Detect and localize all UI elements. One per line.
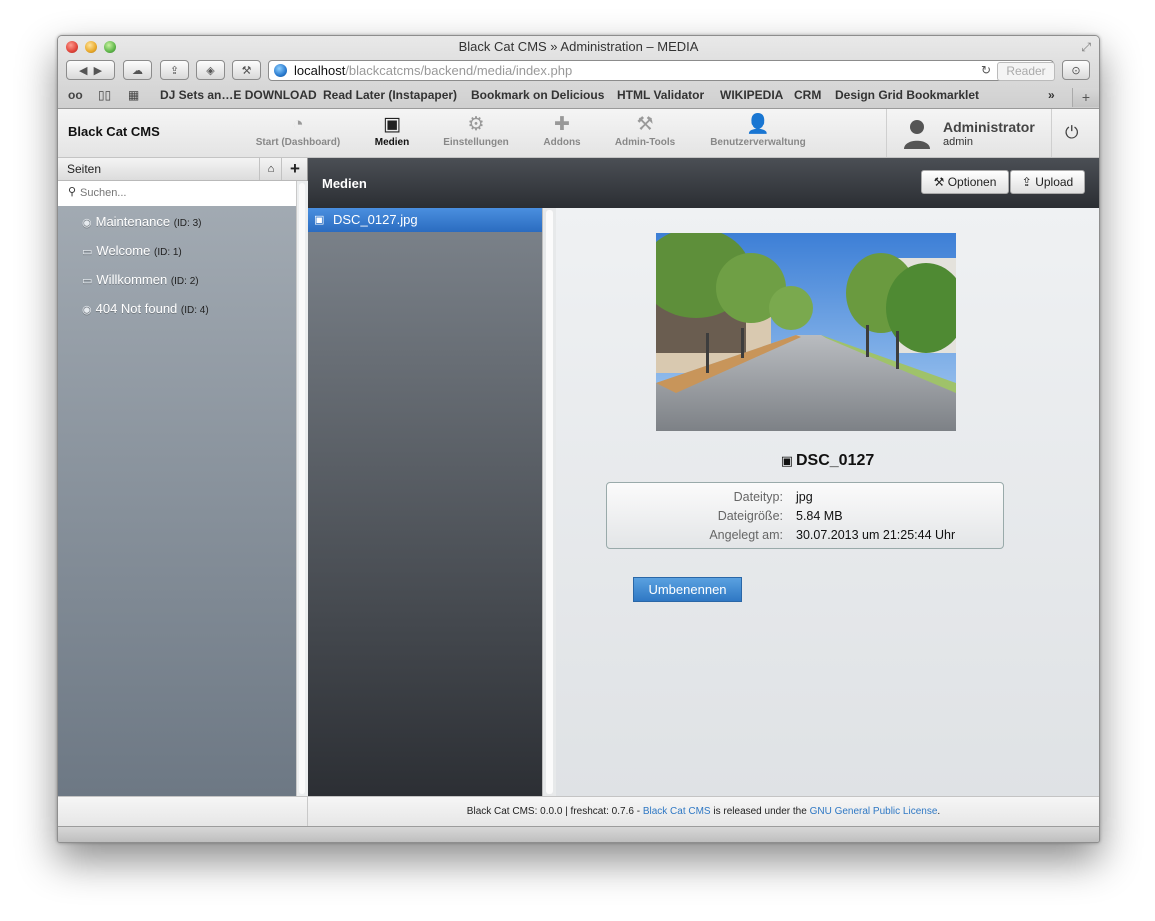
gears-icon: ⚙ [467, 114, 485, 135]
cloud-icon: ☁ [132, 65, 143, 77]
app-header: Black Cat CMS ◔ Start (Dashboard) ▣ Medi… [58, 109, 1099, 158]
eye-icon: ◉ [82, 217, 92, 229]
browser-chrome: Black Cat CMS » Administration – MEDIA ⤢… [58, 36, 1099, 109]
scroll-thumb[interactable] [546, 210, 553, 794]
layers-icon: ◈ [206, 65, 215, 77]
search-icon: ⚲ [68, 186, 77, 198]
page-item-willkommen[interactable]: ▭ Willkommen (ID: 2) [82, 272, 199, 287]
upload-button[interactable]: ⇪ Upload [1010, 170, 1085, 194]
wrench-icon: ⚒ [636, 114, 654, 135]
icloud-tabs-button[interactable]: ☁ [123, 60, 152, 80]
bookmarks-icon[interactable]: ▯▯ [98, 88, 111, 102]
add-page-button[interactable]: + [281, 158, 308, 180]
gpl-link[interactable]: GNU General Public License [810, 806, 938, 817]
scroll-thumb[interactable] [299, 183, 305, 794]
nav-benutzerverwaltung[interactable]: 👤 Benutzerverwaltung [702, 113, 814, 148]
url-text[interactable]: localhost/blackcatcms/backend/media/inde… [294, 61, 572, 80]
fullscreen-icon[interactable]: ⤢ [1081, 40, 1091, 55]
back-forward-buttons[interactable]: ◀ ▶ [66, 60, 115, 80]
nav-einstellungen[interactable]: ⚙ Einstellungen [436, 113, 516, 148]
page-search-input[interactable] [80, 185, 290, 201]
logout-power-icon[interactable]: ⏻ [1065, 123, 1078, 143]
options-button[interactable]: ⚒ Optionen [921, 170, 1009, 194]
bookmark-item[interactable]: HTML Validator [617, 88, 704, 102]
tools-button[interactable]: ⚒ [232, 60, 261, 80]
file-item[interactable]: ▣ DSC_0127.jpg [308, 208, 542, 232]
download-icon: ⊙ [1071, 65, 1081, 77]
blackcat-link[interactable]: Black Cat CMS [643, 806, 711, 817]
info-row-type: Dateityp: jpg [733, 490, 813, 504]
monitor-icon: ▭ [82, 275, 93, 287]
share-button[interactable]: ⇪ [160, 60, 189, 80]
footer-text: Black Cat CMS: 0.0.0 | freshcat: 0.7.6 -… [466, 806, 941, 817]
bookmark-item[interactable]: Bookmark on Delicious [471, 88, 604, 102]
app-footer: Black Cat CMS: 0.0.0 | freshcat: 0.7.6 -… [58, 796, 1099, 827]
reading-list-icon[interactable]: oo [68, 88, 83, 102]
user-menu[interactable]: Administrator admin [886, 109, 1052, 157]
content-title: Medien [322, 176, 367, 191]
forward-icon[interactable]: ▶ [94, 65, 102, 77]
tools-icon: ⚒ [933, 175, 945, 189]
eye-icon: ◉ [82, 304, 92, 316]
bookmark-item[interactable]: Read Later (Instapaper) [323, 88, 457, 102]
puzzle-icon: ✚ [554, 114, 570, 135]
file-list: ▣ DSC_0127.jpg [308, 208, 556, 796]
dashboard-icon: ◔ [292, 114, 304, 135]
image-icon: ▣ [383, 114, 401, 135]
monitor-icon: ▭ [82, 246, 93, 258]
wrench-icon: ⚒ [241, 65, 252, 77]
rename-button[interactable]: Umbenennen [633, 577, 742, 602]
bookmarks-bar: oo ▯▯ ▦ DJ Sets an…E DOWNLOAD Read Later… [58, 86, 1099, 108]
nav-addons[interactable]: ✚ Addons [534, 113, 590, 148]
file-title: ▣ DSC_0127 [780, 452, 875, 469]
file-list-scrollbar[interactable] [542, 208, 556, 796]
image-preview [656, 233, 956, 431]
nav-dashboard[interactable]: ◔ Start (Dashboard) [248, 113, 348, 148]
content-header: Medien ⚒ Optionen ⇪ Upload [308, 158, 1099, 208]
back-icon[interactable]: ◀ [79, 65, 87, 77]
new-tab-button[interactable]: + [1072, 88, 1099, 107]
globe-icon [274, 64, 287, 77]
more-bookmarks-icon[interactable]: » [1048, 88, 1055, 102]
info-row-created: Angelegt am: 30.07.2013 um 21:25:44 Uhr [709, 528, 956, 542]
address-bar[interactable]: localhost/blackcatcms/backend/media/inde… [268, 60, 1055, 81]
sidebar-title: Seiten [67, 162, 102, 176]
reload-icon[interactable]: ↻ [981, 61, 991, 80]
file-detail: ▣ DSC_0127 Dateityp: jpg Dateigröße: 5.84… [556, 208, 1099, 796]
bookmark-item[interactable]: CRM [794, 88, 821, 102]
page-search: ⚲ [58, 181, 296, 206]
file-info-box: Dateityp: jpg Dateigröße: 5.84 MB Angele… [606, 482, 1004, 549]
image-file-icon: ▣ [780, 453, 793, 468]
upload-icon: ⇪ [1021, 175, 1032, 189]
sidebar-header: Seiten ⌂ + [58, 158, 307, 181]
nav-admin-tools[interactable]: ⚒ Admin-Tools [607, 113, 683, 148]
bookmark-item[interactable]: WIKIPEDIA [720, 88, 783, 102]
home-icon[interactable]: ⌂ [259, 158, 282, 180]
user-name: Administrator [943, 119, 1035, 135]
browser-statusbar [58, 826, 1099, 842]
page-item-404[interactable]: ◉ 404 Not found (ID: 4) [82, 301, 209, 316]
bookmark-item[interactable]: DJ Sets an…E DOWNLOAD [160, 88, 317, 102]
bookmark-item[interactable]: Design Grid Bookmarklet [835, 88, 979, 102]
brand-title: Black Cat CMS [68, 124, 160, 139]
nav-medien[interactable]: ▣ Medien [364, 113, 420, 148]
user-login: admin [943, 136, 973, 148]
browser-window: Black Cat CMS » Administration – MEDIA ⤢… [57, 35, 1100, 843]
page-item-welcome[interactable]: ▭ Welcome (ID: 1) [82, 243, 182, 258]
users-icon: 👤 [746, 114, 770, 135]
sidebar-scrollbar[interactable] [296, 181, 308, 796]
downloads-button[interactable]: ⊙ [1062, 60, 1090, 80]
extension-button[interactable]: ◈ [196, 60, 225, 80]
top-sites-icon[interactable]: ▦ [128, 88, 139, 102]
info-row-size: Dateigröße: 5.84 MB [717, 509, 843, 523]
pages-sidebar: Seiten ⌂ + ⚲ ◉Maintenance (ID: 3) ▭Welco… [58, 158, 308, 796]
share-icon: ⇪ [169, 65, 180, 77]
avatar-icon [904, 120, 930, 149]
page-item-maintenance[interactable]: ◉ Maintenance (ID: 3) [82, 214, 201, 229]
image-file-icon: ▣ [314, 214, 325, 226]
window-title: Black Cat CMS » Administration – MEDIA [458, 39, 699, 54]
footer-left [58, 797, 308, 827]
reader-button[interactable]: Reader [997, 62, 1055, 81]
